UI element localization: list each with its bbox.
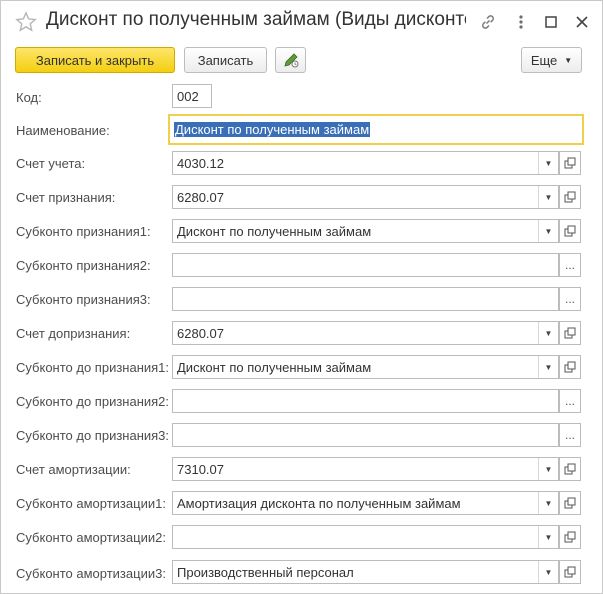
link-icon[interactable] xyxy=(479,13,497,31)
open-additional-subconto1-button[interactable] xyxy=(559,355,581,379)
additional-recognition-account-label: Счет допризнания: xyxy=(16,326,131,341)
open-additional-recognition-account-button[interactable] xyxy=(559,321,581,345)
select-additional-subconto2-button[interactable]: ... xyxy=(559,389,581,413)
amortization-subconto2-label: Субконто амортизации2: xyxy=(16,530,166,545)
star-icon[interactable] xyxy=(15,11,37,33)
open-icon xyxy=(564,497,576,509)
open-recognition-subconto1-button[interactable] xyxy=(559,219,581,243)
form-window: Дисконт по полученным займам (Виды диско… xyxy=(0,0,603,594)
amortization-subconto3-field[interactable]: Производственный персонал ▼ xyxy=(172,560,559,584)
chevron-down-icon[interactable]: ▼ xyxy=(538,458,558,480)
recognition-subconto3-field[interactable] xyxy=(172,287,559,311)
amortization-subconto3-value: Производственный персонал xyxy=(177,565,354,580)
open-icon xyxy=(564,191,576,203)
additional-subconto2-field[interactable] xyxy=(172,389,559,413)
open-amortization-subconto2-button[interactable] xyxy=(559,525,581,549)
window-title: Дисконт по полученным займам (Виды диско… xyxy=(46,9,466,30)
amortization-account-field[interactable]: 7310.07 ▼ xyxy=(172,457,559,481)
amortization-account-label: Счет амортизации: xyxy=(16,462,131,477)
recognition-subconto2-field[interactable] xyxy=(172,253,559,277)
select-recognition-subconto2-button[interactable]: ... xyxy=(559,253,581,277)
close-icon[interactable] xyxy=(573,13,591,31)
amortization-subconto1-field[interactable]: Амортизация дисконта по полученным займа… xyxy=(172,491,559,515)
recognition-subconto1-value: Дисконт по полученным займам xyxy=(177,224,372,239)
chevron-down-icon[interactable]: ▼ xyxy=(538,526,558,548)
open-icon xyxy=(564,566,576,578)
additional-subconto1-field[interactable]: Дисконт по полученным займам ▼ xyxy=(172,355,559,379)
open-amortization-subconto1-button[interactable] xyxy=(559,491,581,515)
code-field[interactable]: 002 xyxy=(172,84,212,108)
write-button[interactable]: Записать xyxy=(184,47,267,73)
open-icon xyxy=(564,463,576,475)
account-label: Счет учета: xyxy=(16,156,86,171)
open-icon xyxy=(564,157,576,169)
additional-subconto1-label: Субконто до признания1: xyxy=(16,360,170,375)
open-amortization-account-button[interactable] xyxy=(559,457,581,481)
chevron-down-icon[interactable]: ▼ xyxy=(538,152,558,174)
recognition-account-value: 6280.07 xyxy=(177,190,224,205)
more-button-label: Еще xyxy=(530,52,558,68)
amortization-account-value: 7310.07 xyxy=(177,462,224,477)
additional-subconto3-label: Субконто до признания3: xyxy=(16,428,170,443)
recognition-subconto3-label: Субконто признания3: xyxy=(16,292,151,307)
chevron-down-icon[interactable]: ▼ xyxy=(538,356,558,378)
name-value: Дисконт по полученным займам xyxy=(174,122,371,137)
name-field[interactable]: Дисконт по полученным займам xyxy=(168,114,584,145)
open-amortization-subconto3-button[interactable] xyxy=(559,560,581,584)
title-bar: Дисконт по полученным займам (Виды диско… xyxy=(1,1,602,43)
chevron-down-icon[interactable]: ▼ xyxy=(538,220,558,242)
code-label: Код: xyxy=(16,90,42,105)
additional-recognition-account-field[interactable]: 6280.07 ▼ xyxy=(172,321,559,345)
select-recognition-subconto3-button[interactable]: ... xyxy=(559,287,581,311)
additional-recognition-account-value: 6280.07 xyxy=(177,326,224,341)
recognition-subconto1-label: Субконто признания1: xyxy=(16,224,151,239)
chevron-down-icon[interactable]: ▼ xyxy=(538,322,558,344)
open-account-button[interactable] xyxy=(559,151,581,175)
account-value: 4030.12 xyxy=(177,156,224,171)
open-recognition-account-button[interactable] xyxy=(559,185,581,209)
chevron-down-icon[interactable]: ▼ xyxy=(538,561,558,583)
name-label: Наименование: xyxy=(16,123,110,138)
open-icon xyxy=(564,327,576,339)
recognition-subconto2-label: Субконто признания2: xyxy=(16,258,151,273)
more-vertical-icon[interactable] xyxy=(512,13,530,31)
amortization-subconto2-field[interactable]: ▼ xyxy=(172,525,559,549)
open-icon xyxy=(564,361,576,373)
edit-button[interactable] xyxy=(275,47,306,73)
open-icon xyxy=(564,531,576,543)
additional-subconto1-value: Дисконт по полученным займам xyxy=(177,360,372,375)
chevron-down-icon: ▼ xyxy=(564,55,573,65)
amortization-subconto1-value: Амортизация дисконта по полученным займа… xyxy=(177,496,461,511)
chevron-down-icon[interactable]: ▼ xyxy=(538,492,558,514)
amortization-subconto3-label: Субконто амортизации3: xyxy=(16,566,166,581)
maximize-icon[interactable] xyxy=(542,13,560,31)
additional-subconto2-label: Субконто до признания2: xyxy=(16,394,170,409)
amortization-subconto1-label: Субконто амортизации1: xyxy=(16,496,166,511)
recognition-subconto1-field[interactable]: Дисконт по полученным займам ▼ xyxy=(172,219,559,243)
pencil-icon xyxy=(283,53,298,68)
code-value: 002 xyxy=(177,89,199,104)
recognition-account-field[interactable]: 6280.07 ▼ xyxy=(172,185,559,209)
account-field[interactable]: 4030.12 ▼ xyxy=(172,151,559,175)
write-and-close-button[interactable]: Записать и закрыть xyxy=(15,47,175,73)
select-additional-subconto3-button[interactable]: ... xyxy=(559,423,581,447)
more-button[interactable]: Еще ▼ xyxy=(521,47,582,73)
chevron-down-icon[interactable]: ▼ xyxy=(538,186,558,208)
open-icon xyxy=(564,225,576,237)
recognition-account-label: Счет признания: xyxy=(16,190,116,205)
additional-subconto3-field[interactable] xyxy=(172,423,559,447)
